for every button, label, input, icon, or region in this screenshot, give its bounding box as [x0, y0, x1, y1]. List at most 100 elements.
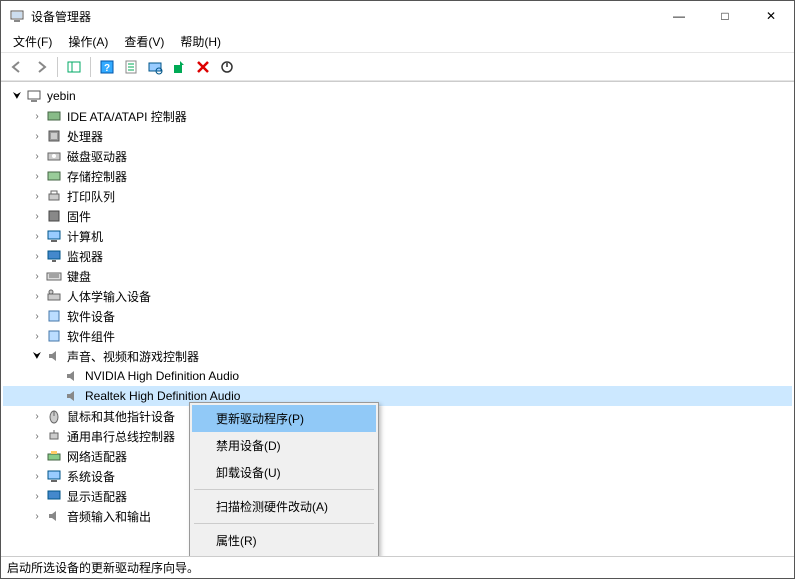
tree-item-software-components[interactable]: ›软件组件: [3, 326, 792, 346]
scan-hardware-button[interactable]: [143, 55, 167, 79]
svg-text:?: ?: [104, 63, 110, 74]
tree-item-usb[interactable]: › 通用串行总线控制器: [3, 426, 792, 446]
cm-properties[interactable]: 属性(R): [192, 527, 376, 554]
expand-icon[interactable]: ›: [29, 491, 45, 502]
expand-icon[interactable]: ›: [29, 311, 45, 322]
expand-icon[interactable]: ›: [29, 171, 45, 182]
disable-button[interactable]: [215, 55, 239, 79]
printer-icon: [45, 188, 63, 204]
node-label: 显示适配器: [65, 487, 129, 506]
tree-item-audio-category[interactable]: ⮟声音、视频和游戏控制器: [3, 346, 792, 366]
status-text: 启动所选设备的更新驱动程序向导。: [7, 559, 199, 576]
cm-scan-hardware[interactable]: 扫描检测硬件改动(A): [192, 493, 376, 520]
expand-icon[interactable]: ›: [29, 191, 45, 202]
tree-item-audio-io[interactable]: ›音频输入和输出: [3, 506, 792, 526]
mouse-icon: [45, 408, 63, 424]
menu-file[interactable]: 文件(F): [5, 31, 60, 52]
node-label: 监视器: [65, 247, 105, 266]
node-label: 键盘: [65, 267, 93, 286]
tree-item-storage[interactable]: › 存储控制器: [3, 166, 792, 186]
tree-root[interactable]: ⮟ yebin: [3, 86, 792, 106]
tree-item-keyboard[interactable]: › 键盘: [3, 266, 792, 286]
menu-action[interactable]: 操作(A): [60, 31, 116, 52]
storage-icon: [45, 168, 63, 184]
expand-icon[interactable]: ›: [29, 411, 45, 422]
node-label: 鼠标和其他指针设备: [65, 407, 177, 426]
tree-item-system[interactable]: › 系统设备: [3, 466, 792, 486]
expand-icon[interactable]: ⮟: [9, 91, 25, 102]
speaker-icon: [45, 348, 63, 364]
context-menu: 更新驱动程序(P) 禁用设备(D) 卸载设备(U) 扫描检测硬件改动(A) 属性…: [189, 402, 379, 556]
cm-uninstall-device[interactable]: 卸载设备(U): [192, 459, 376, 486]
tree-item-monitor[interactable]: › 监视器: [3, 246, 792, 266]
titlebar[interactable]: 设备管理器 — □ ✕: [1, 1, 794, 31]
show-hide-button[interactable]: [62, 55, 86, 79]
cm-separator: [194, 523, 374, 524]
tree-item-firmware[interactable]: ›固件: [3, 206, 792, 226]
minimize-button[interactable]: —: [656, 1, 702, 31]
update-driver-button[interactable]: [167, 55, 191, 79]
expand-icon[interactable]: ›: [29, 331, 45, 342]
tree-item-hid[interactable]: › 人体学输入设备: [3, 286, 792, 306]
maximize-button[interactable]: □: [702, 1, 748, 31]
node-label: 计算机: [65, 227, 105, 246]
cm-disable-device[interactable]: 禁用设备(D): [192, 432, 376, 459]
device-manager-window: 设备管理器 — □ ✕ 文件(F) 操作(A) 查看(V) 帮助(H) ? ⮟ …: [0, 0, 795, 579]
tree-item-network[interactable]: ›网络适配器: [3, 446, 792, 466]
tree-item-realtek-audio[interactable]: Realtek High Definition Audio: [3, 386, 792, 406]
expand-icon[interactable]: ›: [29, 111, 45, 122]
toolbar: ?: [1, 53, 794, 81]
expand-icon[interactable]: ›: [29, 151, 45, 162]
node-label: 人体学输入设备: [65, 287, 153, 306]
expand-icon[interactable]: ›: [29, 251, 45, 262]
properties-button[interactable]: [119, 55, 143, 79]
tree-item-print-queue[interactable]: ›打印队列: [3, 186, 792, 206]
app-icon: [9, 8, 25, 24]
expand-icon[interactable]: ›: [29, 291, 45, 302]
node-label: 存储控制器: [65, 167, 129, 186]
expand-icon[interactable]: ›: [29, 271, 45, 282]
hid-icon: [45, 288, 63, 304]
menu-view[interactable]: 查看(V): [116, 31, 172, 52]
tree-item-disk[interactable]: ›磁盘驱动器: [3, 146, 792, 166]
expand-icon[interactable]: ›: [29, 431, 45, 442]
menu-help[interactable]: 帮助(H): [172, 31, 229, 52]
tree-item-computer[interactable]: › 计算机: [3, 226, 792, 246]
expand-icon[interactable]: ›: [29, 471, 45, 482]
tree-item-ide[interactable]: › IDE ATA/ATAPI 控制器: [3, 106, 792, 126]
forward-button[interactable]: [29, 55, 53, 79]
window-title: 设备管理器: [31, 8, 656, 25]
expand-icon[interactable]: ›: [29, 231, 45, 242]
ide-icon: [45, 108, 63, 124]
close-button[interactable]: ✕: [748, 1, 794, 31]
keyboard-icon: [45, 268, 63, 284]
node-label: IDE ATA/ATAPI 控制器: [65, 107, 189, 126]
tree-item-nvidia-audio[interactable]: NVIDIA High Definition Audio: [3, 366, 792, 386]
tree-item-cpu[interactable]: › 处理器: [3, 126, 792, 146]
cm-update-driver[interactable]: 更新驱动程序(P): [192, 405, 376, 432]
node-label: 处理器: [65, 127, 105, 146]
statusbar: 启动所选设备的更新驱动程序向导。: [1, 556, 794, 578]
tree-item-display[interactable]: › 显示适配器: [3, 486, 792, 506]
back-button[interactable]: [5, 55, 29, 79]
cm-separator: [194, 489, 374, 490]
toolbar-separator: [90, 57, 91, 77]
component-icon: [45, 328, 63, 344]
expand-icon[interactable]: ›: [29, 131, 45, 142]
disk-icon: [45, 148, 63, 164]
computer-icon: [25, 88, 43, 104]
tree-item-mouse[interactable]: › 鼠标和其他指针设备: [3, 406, 792, 426]
help-button[interactable]: ?: [95, 55, 119, 79]
monitor-icon: [45, 248, 63, 264]
tree-item-software-devices[interactable]: ›软件设备: [3, 306, 792, 326]
node-label: 通用串行总线控制器: [65, 427, 177, 446]
expand-icon[interactable]: ›: [29, 451, 45, 462]
expand-icon[interactable]: ›: [29, 511, 45, 522]
software-icon: [45, 308, 63, 324]
expand-icon[interactable]: ›: [29, 211, 45, 222]
speaker-icon: [63, 368, 81, 384]
node-label: 系统设备: [65, 467, 117, 486]
expand-icon[interactable]: ⮟: [29, 351, 45, 362]
device-tree[interactable]: ⮟ yebin › IDE ATA/ATAPI 控制器 › 处理器 ›磁盘驱动器 ›…: [1, 81, 794, 556]
uninstall-button[interactable]: [191, 55, 215, 79]
